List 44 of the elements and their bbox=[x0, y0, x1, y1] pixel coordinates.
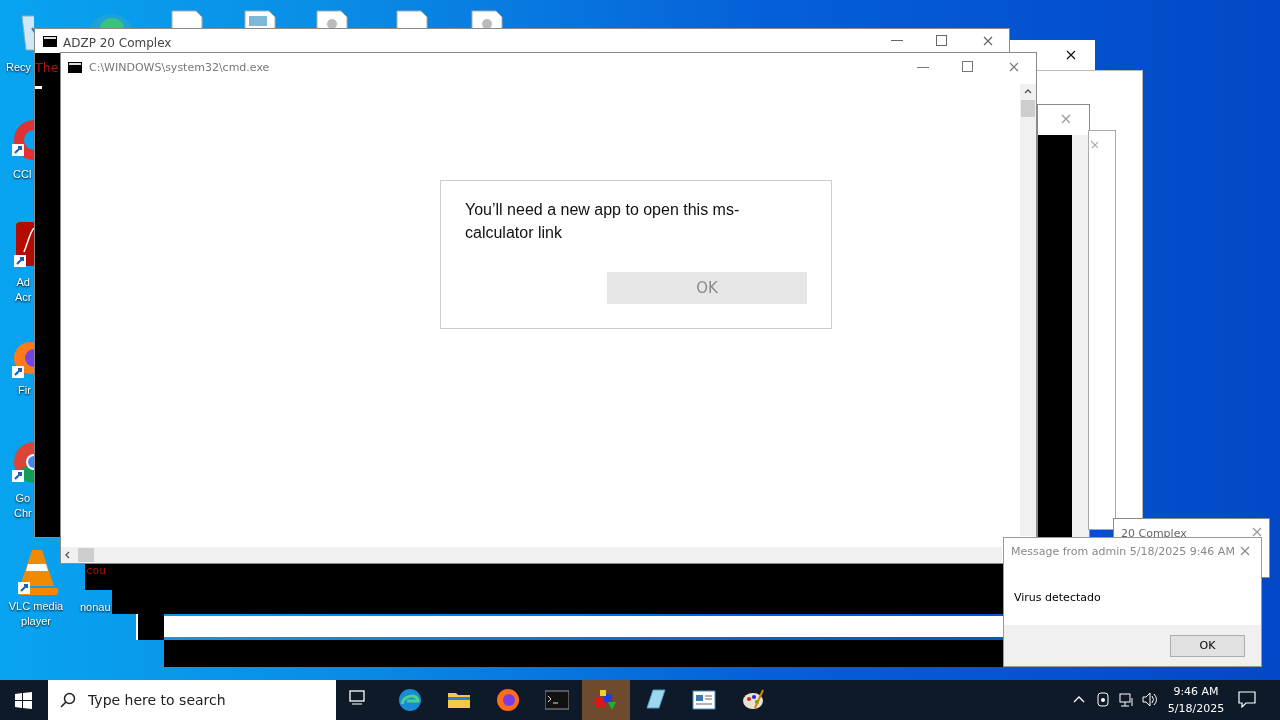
shortcut-icon[interactable] bbox=[12, 120, 34, 160]
search-icon[interactable] bbox=[60, 692, 76, 708]
network-icon[interactable] bbox=[1119, 692, 1135, 708]
traffic-cone-icon[interactable] bbox=[18, 548, 58, 596]
icon-label[interactable]: Fir bbox=[18, 383, 31, 398]
window-title: Message from admin 5/18/2025 9:46 AM bbox=[1011, 544, 1235, 560]
windows-start-icon[interactable] bbox=[15, 692, 32, 709]
ok-button[interactable]: OK bbox=[1170, 635, 1245, 657]
window-title: 20 Complex bbox=[1121, 526, 1187, 542]
close-icon[interactable] bbox=[1066, 50, 1076, 60]
console-icon bbox=[68, 62, 82, 73]
window-title: ADZP 20 Complex bbox=[63, 35, 172, 52]
horizontal-scrollbar[interactable] bbox=[61, 547, 1002, 563]
search-field[interactable]: Type here to search bbox=[86, 688, 316, 712]
file-icon[interactable] bbox=[470, 10, 504, 28]
notification-icon[interactable] bbox=[1238, 691, 1256, 708]
clock-date[interactable]: 5/18/2025 bbox=[1164, 701, 1228, 718]
minimize-icon[interactable] bbox=[891, 40, 903, 42]
pdf-app-icon[interactable] bbox=[14, 222, 36, 268]
search-bar[interactable]: Type here to search bbox=[48, 680, 336, 720]
message-text: Virus detectado bbox=[1014, 590, 1101, 606]
icon-label[interactable]: Recy bbox=[6, 60, 32, 75]
icon-label[interactable]: VLC media player bbox=[6, 599, 66, 629]
chevron-up-icon[interactable] bbox=[1073, 696, 1085, 703]
dialog-message: You’ll need a new app to open this ms-calculator link bbox=[465, 200, 741, 243]
file-icon[interactable] bbox=[395, 10, 429, 28]
icon-label[interactable]: Go Chr bbox=[14, 491, 32, 521]
console-text: The bbox=[35, 59, 59, 77]
minimize-icon[interactable] bbox=[917, 67, 929, 69]
vertical-scrollbar[interactable] bbox=[1020, 84, 1036, 536]
console-icon bbox=[43, 36, 57, 47]
window-title: C:\WINDOWS\system32\cmd.exe bbox=[89, 60, 270, 76]
icon-label[interactable]: nonau bbox=[80, 600, 111, 615]
document-icon[interactable] bbox=[243, 10, 277, 28]
file-icon[interactable] bbox=[315, 10, 349, 28]
maximize-icon[interactable] bbox=[936, 35, 947, 46]
icon-label[interactable]: Ad Acr bbox=[15, 275, 32, 305]
speaker-icon[interactable] bbox=[1142, 692, 1158, 707]
icon-label[interactable]: CCl bbox=[13, 167, 32, 182]
file-icon[interactable] bbox=[170, 10, 204, 28]
device-icon[interactable] bbox=[1097, 692, 1109, 707]
clock-time[interactable]: 9:46 AM bbox=[1170, 684, 1222, 701]
console-text: cou bbox=[86, 563, 107, 579]
maximize-icon[interactable] bbox=[962, 61, 973, 72]
